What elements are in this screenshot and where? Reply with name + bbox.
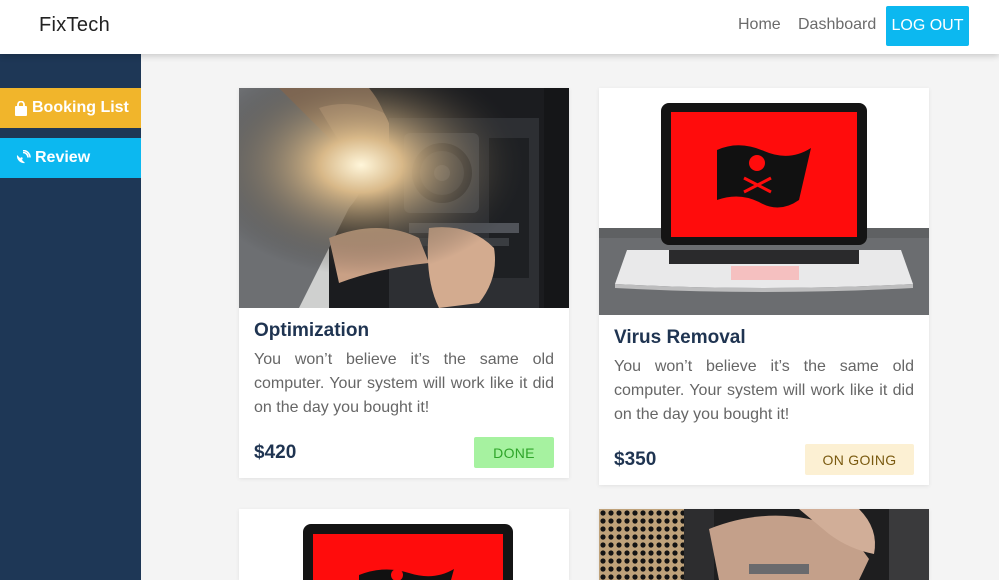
satellite-dish-icon — [16, 150, 31, 164]
service-description: You won’t believe it’s the same old comp… — [614, 358, 914, 423]
sidebar-item-label: Review — [35, 149, 91, 166]
service-card[interactable] — [599, 509, 929, 580]
nav-link-dashboard[interactable]: Dashboard — [798, 16, 876, 34]
sidebar: Booking List Review — [0, 54, 141, 580]
service-title: Virus Removal — [614, 327, 746, 348]
service-card[interactable] — [239, 509, 569, 580]
service-card-virus-removal[interactable]: Virus Removal You won’t believe it’s the… — [599, 88, 929, 485]
laptop-pirate-flag-photo — [239, 509, 569, 580]
sidebar-item-label: Booking List — [32, 99, 129, 116]
logout-button[interactable]: LOG OUT — [886, 6, 969, 46]
status-badge: ON GOING — [805, 444, 914, 475]
shopping-bag-icon — [15, 100, 27, 116]
status-badge: DONE — [474, 437, 554, 468]
laptop-pirate-flag-photo — [599, 88, 929, 315]
computer-hardware-photo — [599, 509, 929, 580]
technician-repairing-pc-photo — [239, 88, 569, 308]
service-description: You won’t believe it’s the same old comp… — [254, 351, 554, 416]
sidebar-item-booking-list[interactable]: Booking List — [0, 88, 141, 128]
service-title: Optimization — [254, 320, 370, 341]
service-price: $350 — [614, 449, 657, 470]
service-card-optimization[interactable]: Optimization You won’t believe it’s the … — [239, 88, 569, 478]
sidebar-item-review[interactable]: Review — [0, 138, 141, 178]
top-navbar: FixTech Home Dashboard LOG OUT — [0, 0, 999, 54]
service-price: $420 — [254, 442, 297, 463]
brand-logo[interactable]: FixTech — [39, 14, 110, 37]
nav-link-home[interactable]: Home — [738, 16, 781, 34]
